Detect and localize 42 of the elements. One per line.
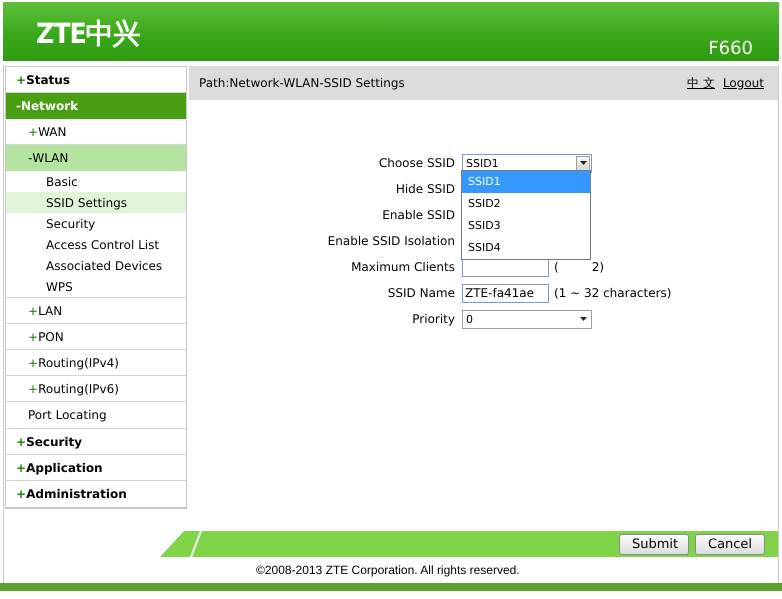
logo: ZTE中兴 xyxy=(36,16,140,52)
field-label: Hide SSID xyxy=(394,181,455,198)
breadcrumb-path: Path:Network-WLAN-SSID Settings xyxy=(199,76,406,90)
dropdown-option[interactable]: SSID2 xyxy=(462,193,590,215)
action-button[interactable]: Submit xyxy=(619,534,689,554)
field-label: Enable SSID xyxy=(381,207,455,224)
hint-text: ( xyxy=(554,260,559,274)
menu-item[interactable]: Security xyxy=(6,213,186,234)
field-label: Priority xyxy=(411,311,455,328)
field-label: SSID Name xyxy=(386,285,455,302)
menu-item[interactable]: +Security xyxy=(6,429,186,455)
field-label: Choose SSID xyxy=(378,155,455,172)
menu-item[interactable]: +Application xyxy=(6,455,186,481)
menu-item[interactable]: +LAN xyxy=(6,298,186,324)
header-link[interactable]: 中 文 xyxy=(687,74,715,92)
menu-item[interactable]: -WLAN xyxy=(6,145,186,171)
copyright-text: ©2008-2013 ZTE Corporation. All rights reserved. xyxy=(255,562,521,579)
caret-icon[interactable] xyxy=(580,161,586,165)
stripe-icon xyxy=(190,531,202,557)
header-link[interactable]: Logout xyxy=(722,76,764,90)
field-label: Maximum Clients xyxy=(350,259,455,276)
dropdown-option[interactable]: SSID4 xyxy=(462,237,590,259)
menu-item[interactable]: +Administration xyxy=(6,481,186,507)
select-field[interactable]: SSID1 xyxy=(462,154,592,172)
dropdown-option[interactable]: SSID3 xyxy=(462,215,590,237)
menu-item[interactable]: Basic xyxy=(6,171,186,192)
menu-item[interactable]: Access Control List xyxy=(6,234,186,255)
model-name: F660 xyxy=(708,38,753,59)
menu-item[interactable]: WPS xyxy=(6,276,186,297)
text-field[interactable]: ZTE-fa41ae xyxy=(462,284,549,302)
menu-item[interactable]: Associated Devices xyxy=(6,255,186,276)
hint-text: (1 ~ 32 characters) xyxy=(554,286,672,300)
menu-item[interactable]: +Routing(IPv4) xyxy=(6,350,186,376)
hint-text: 2) xyxy=(592,260,604,274)
select-field[interactable]: 0 xyxy=(462,310,592,328)
menu-item[interactable]: +PON xyxy=(6,324,186,350)
menu-item[interactable]: +Routing(IPv6) xyxy=(6,376,186,402)
field-label: Enable SSID Isolation xyxy=(326,233,455,250)
menu-item[interactable]: Port Locating xyxy=(6,402,186,428)
caret-icon[interactable] xyxy=(580,317,586,321)
menu-item[interactable]: SSID Settings xyxy=(6,192,186,213)
action-button[interactable]: Cancel xyxy=(695,534,765,554)
